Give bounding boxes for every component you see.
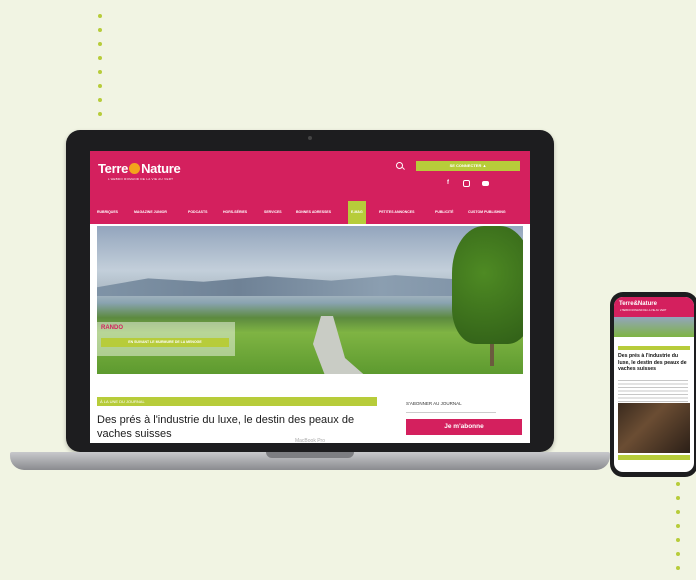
subscribe-button[interactable]: Je m'abonne [406,419,522,435]
nav-item-e-mag[interactable]: E-MAG [348,201,366,224]
hero-article-link[interactable]: EN SUIVANT LE MURMURE DE LA MENOGE [101,338,229,347]
nav-item-hors-series[interactable]: HORS-SÉRIES [223,201,247,224]
hero-category: RANDO [101,325,123,331]
phone-screen: Terre&Nature L'HEBDO ROMAND DE LA VIE AU… [614,297,694,472]
nav-item-custom-publishing[interactable]: CUSTOM PUBLISHING [468,201,506,224]
phone-header: Terre&Nature L'HEBDO ROMAND DE LA VIE AU… [614,297,694,317]
site-logo[interactable]: Terre Nature [98,161,181,176]
section-tag: À LA UNE DU JOURNAL [97,397,377,406]
phone-tagline: L'HEBDO ROMAND DE LA VIE AU VERT [620,309,667,312]
divider [406,412,496,413]
youtube-icon[interactable] [481,180,489,187]
laptop-notch [266,452,354,458]
search-icon[interactable] [396,162,403,169]
hero-road [313,316,377,374]
logo-ampersand-icon [129,163,141,174]
nav-item-magazine-junior[interactable]: MAGAZINE JUNIOR [134,201,167,224]
hero-tree [452,226,523,344]
phone-headline: Des prés à l'industrie du luxe, le desti… [618,353,687,372]
phone-footer-bar [618,455,690,460]
instagram-icon[interactable] [462,180,470,187]
subscribe-label: S'ABONNER AU JOURNAL [406,401,462,406]
decorative-dots-top [98,14,102,126]
site-tagline: L'HEBDO ROMAND DE LA VIE AU VERT [108,177,174,181]
camera-icon [308,136,312,140]
nav-item-petites-annonces[interactable]: PETITES ANNONCES [379,201,414,224]
nav-item-podcasts[interactable]: PODCASTS [188,201,207,224]
laptop-label: MacBook Pro [294,438,325,444]
site-header: Terre Nature L'HEBDO ROMAND DE LA VIE AU … [90,151,530,201]
slider-dots [283,367,331,374]
phone-section-bar [618,346,690,350]
nav-item-bonnes-adresses[interactable]: BONNES ADRESSES [296,201,331,224]
phone-article-photo [618,403,690,453]
laptop-screen: Terre Nature L'HEBDO ROMAND DE LA VIE AU … [90,151,530,443]
facebook-icon[interactable]: f [444,180,452,187]
phone-body-text [618,380,688,402]
phone-hero-image [614,317,694,337]
decorative-dots-bottom [676,482,680,580]
article-headline[interactable]: Des prés à l'industrie du luxe, le desti… [97,413,382,441]
laptop-base: MacBook Pro [10,438,610,470]
hero-caption: RANDO EN SUIVANT LE MURMURE DE LA MENOGE [97,322,235,356]
hero-image[interactable]: RANDO EN SUIVANT LE MURMURE DE LA MENOGE [97,226,523,374]
nav-item-services[interactable]: SERVICES [264,201,282,224]
nav-item-rubriques[interactable]: RUBRIQUES [97,201,118,224]
phone-logo: Terre&Nature [619,301,657,307]
nav-item-publicite[interactable]: PUBLICITÉ [435,201,453,224]
main-nav: RUBRIQUES MAGAZINE JUNIOR PODCASTS HORS-… [90,201,530,224]
login-button[interactable]: SE CONNECTER ▲ [416,161,520,171]
